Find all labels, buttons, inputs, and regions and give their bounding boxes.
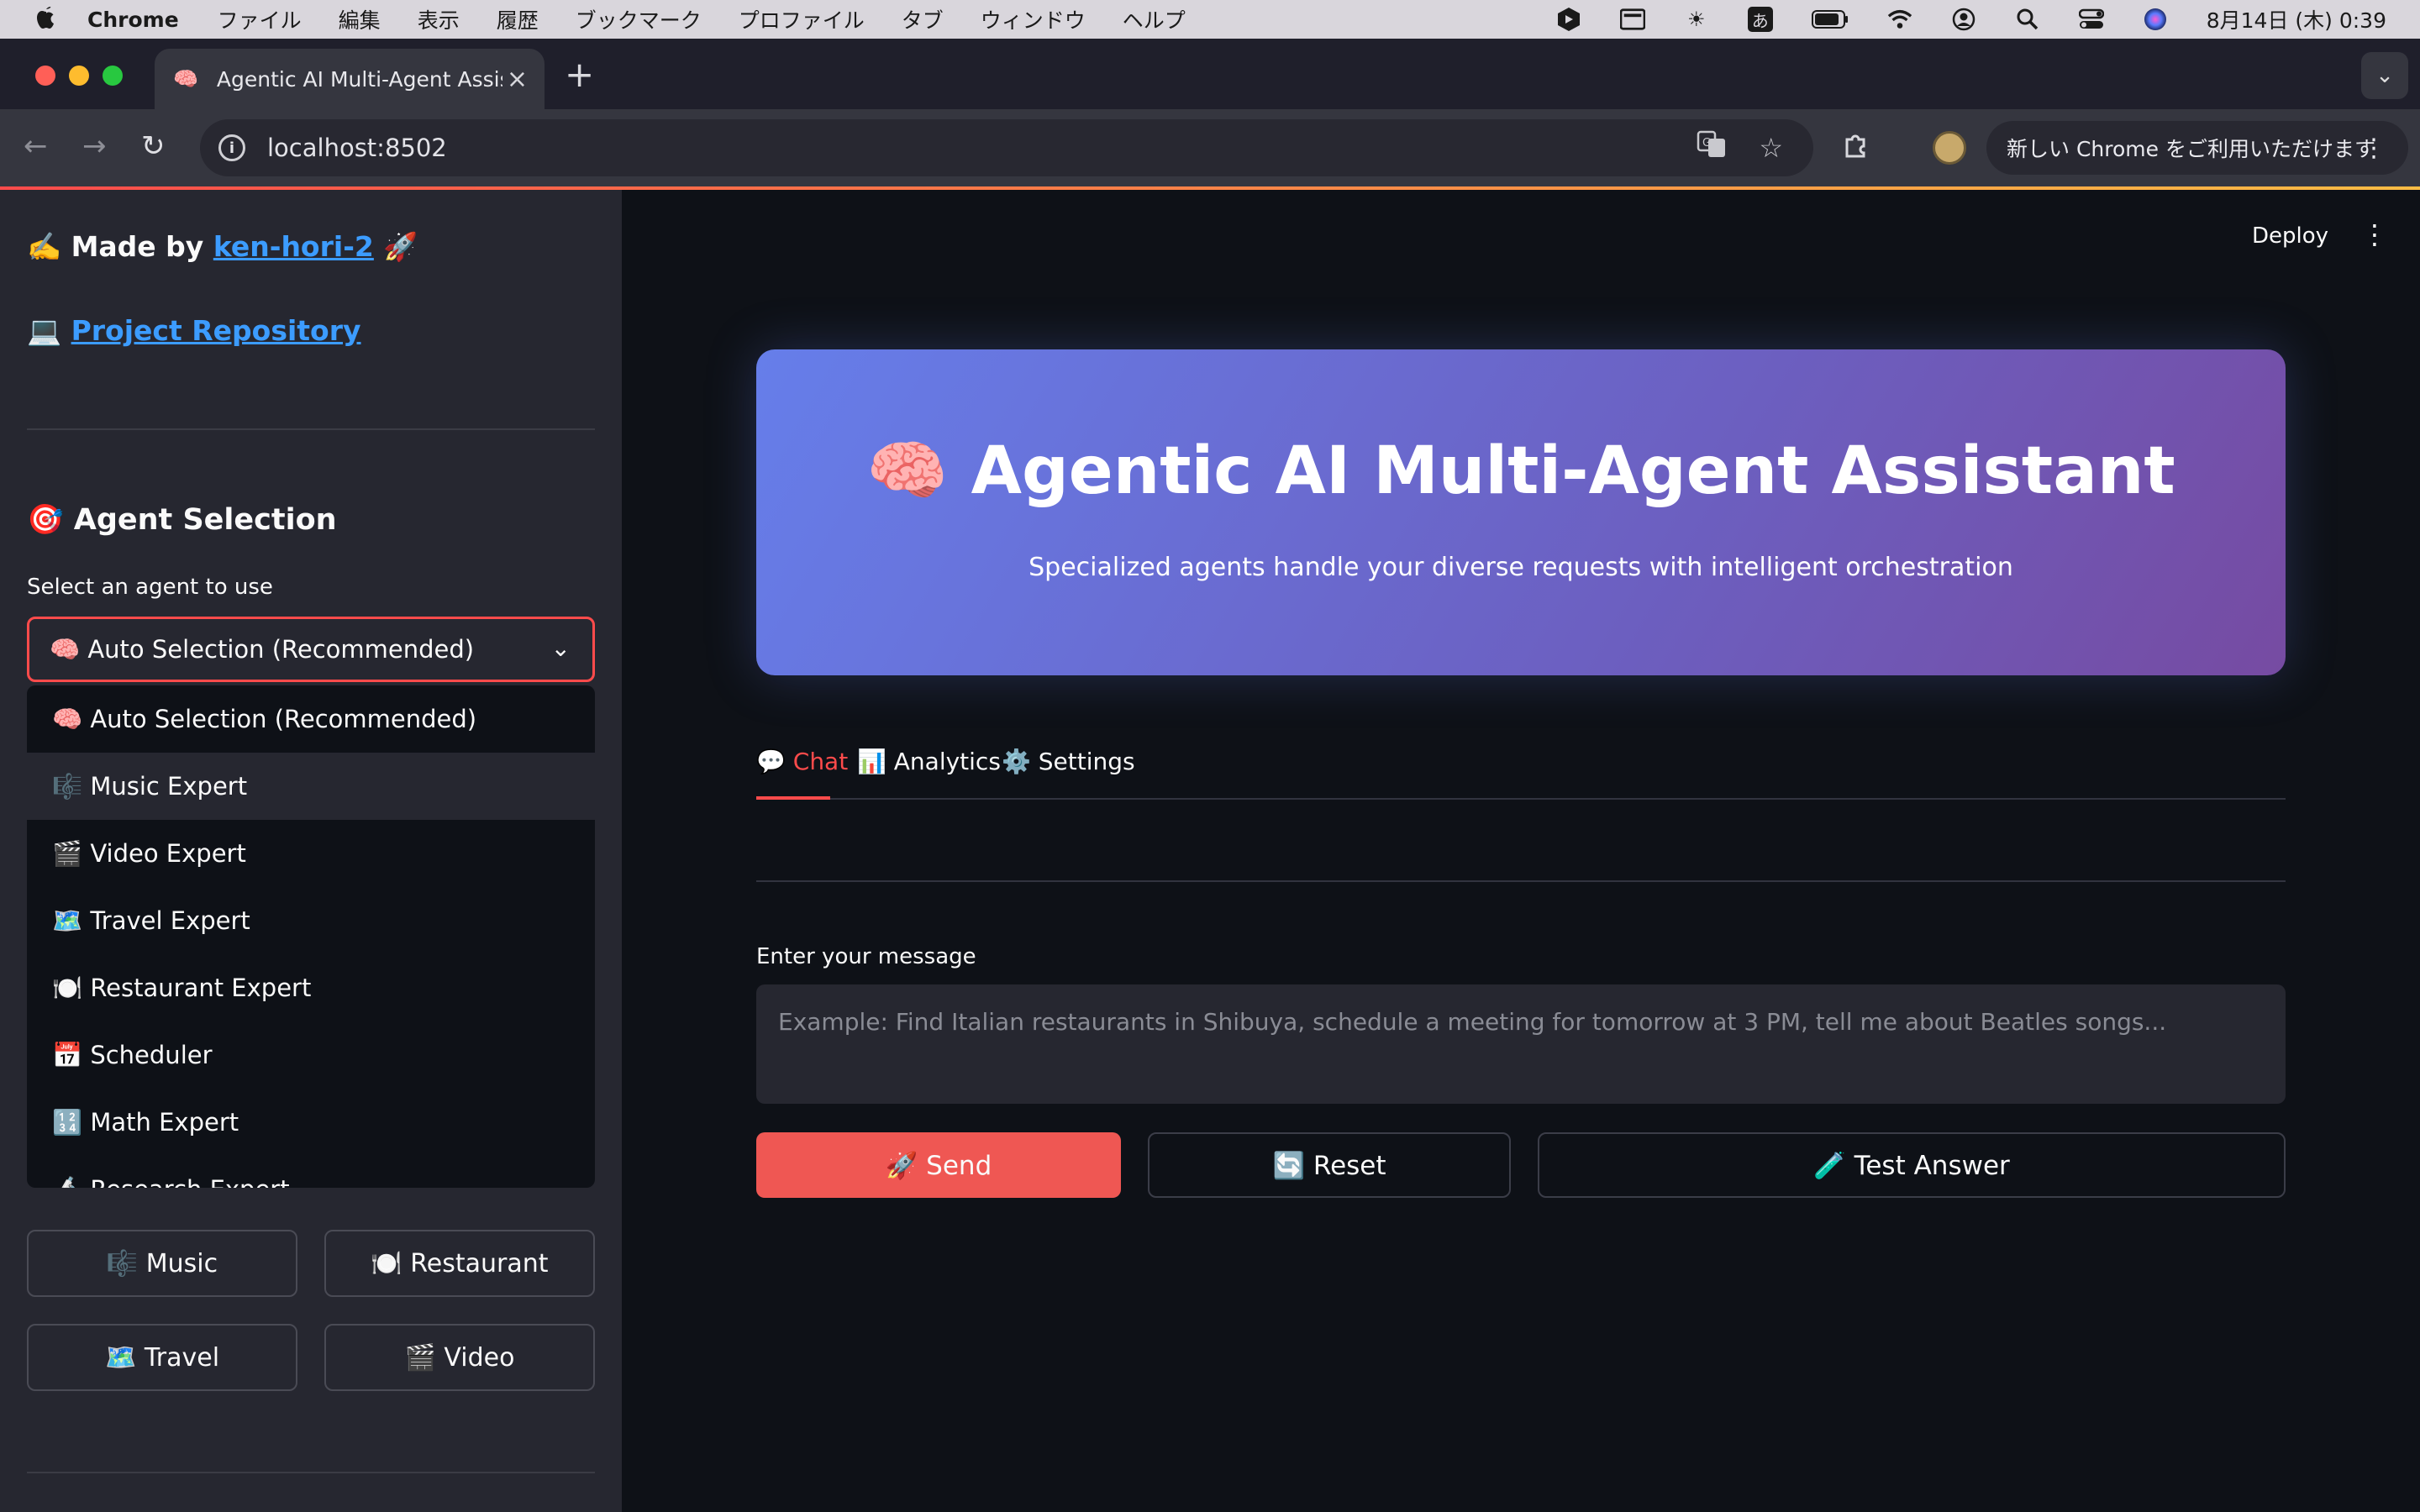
tab-settings[interactable]: ⚙️ Settings bbox=[1002, 748, 1135, 775]
update-chip-label: 新しい Chrome をご利用いただけます bbox=[2007, 137, 2375, 161]
chevron-down-icon[interactable]: ⌄ bbox=[551, 634, 571, 662]
menubar-profiles[interactable]: プロファイル bbox=[739, 4, 865, 34]
menubar-tab[interactable]: タブ bbox=[902, 4, 944, 34]
site-info-icon[interactable]: i bbox=[218, 134, 245, 161]
agent-option-video[interactable]: 🎬 Video Expert bbox=[27, 820, 595, 887]
test-answer-button[interactable]: 🧪 Test Answer bbox=[1538, 1132, 2286, 1198]
display-icon[interactable] bbox=[1619, 7, 1645, 32]
chrome-update-chip[interactable]: 新しい Chrome をご利用いただけます ⋮ bbox=[1986, 121, 2408, 175]
page-title: 🧠 Agentic AI Multi-Agent Assistant bbox=[866, 433, 2175, 509]
siri-icon[interactable] bbox=[2143, 7, 2168, 32]
tab-chat[interactable]: 💬 Chat bbox=[756, 748, 848, 775]
forward-arrow-icon[interactable]: → bbox=[82, 129, 107, 163]
agent-select-value: 🧠 Auto Selection (Recommended) bbox=[50, 634, 475, 664]
laptop-icon: 💻 bbox=[27, 314, 71, 347]
send-button[interactable]: 🚀 Send bbox=[756, 1132, 1121, 1198]
menubar-view[interactable]: 表示 bbox=[418, 4, 460, 34]
extensions-puzzle-icon[interactable] bbox=[1842, 131, 1870, 167]
sidebar-divider bbox=[27, 428, 595, 430]
profile-avatar-icon[interactable] bbox=[1933, 131, 1966, 165]
window-minimize-button[interactable] bbox=[69, 66, 89, 86]
message-input[interactable] bbox=[756, 984, 2286, 1104]
wifi-icon[interactable] bbox=[1887, 7, 1912, 32]
agent-select[interactable]: 🧠 Auto Selection (Recommended) ⌄ bbox=[27, 617, 595, 682]
sidebar: ✍️ Made by ken-hori-2 🚀 💻 Project Reposi… bbox=[0, 190, 622, 1512]
apple-icon[interactable] bbox=[34, 5, 59, 34]
agent-option-music[interactable]: 🎼 Music Expert bbox=[27, 753, 595, 820]
reload-icon[interactable]: ↻ bbox=[141, 129, 166, 163]
quick-video-button[interactable]: 🎬 Video bbox=[324, 1324, 595, 1391]
spotlight-search-icon[interactable] bbox=[2015, 7, 2040, 32]
active-tab-indicator bbox=[756, 796, 830, 800]
main-menu-icon[interactable]: ⋮ bbox=[2361, 218, 2388, 250]
agent-selection-heading: 🎯 Agent Selection bbox=[27, 503, 337, 537]
agent-select-label: Select an agent to use bbox=[27, 575, 273, 600]
new-tab-button[interactable]: + bbox=[565, 54, 594, 95]
tab-analytics[interactable]: 📊 Analytics bbox=[857, 748, 1001, 775]
menubar-file[interactable]: ファイル bbox=[218, 4, 302, 34]
agent-option-math[interactable]: 🔢 Math Expert bbox=[27, 1089, 595, 1156]
menubar-edit[interactable]: 編集 bbox=[339, 4, 381, 34]
menubar-clock[interactable]: 8月14日 (木) 0:39 bbox=[2207, 4, 2386, 34]
deploy-button[interactable]: Deploy bbox=[2252, 223, 2328, 249]
agent-option-restaurant[interactable]: 🍽️ Restaurant Expert bbox=[27, 954, 595, 1021]
back-arrow-icon[interactable]: ← bbox=[24, 129, 48, 163]
user-icon[interactable] bbox=[1951, 7, 1976, 32]
tab-search-chevron-icon[interactable]: ⌄ bbox=[2361, 52, 2408, 99]
menubar-bookmarks[interactable]: ブックマーク bbox=[576, 4, 702, 34]
svg-text:G: G bbox=[1702, 137, 1711, 150]
ai-app-icon[interactable] bbox=[1556, 7, 1581, 32]
address-bar[interactable]: i localhost:8502 G ☆ bbox=[200, 119, 1813, 176]
author-link[interactable]: ken-hori-2 bbox=[213, 230, 374, 263]
content-divider bbox=[756, 880, 2286, 882]
tab-title: Agentic AI Multi-Agent Assist bbox=[216, 66, 502, 92]
hero-banner: 🧠 Agentic AI Multi-Agent Assistant Speci… bbox=[756, 349, 2286, 675]
address-url[interactable]: localhost:8502 bbox=[267, 134, 447, 162]
ime-indicator[interactable]: あ bbox=[1747, 7, 1773, 32]
agent-option-travel[interactable]: 🗺️ Travel Expert bbox=[27, 887, 595, 954]
made-by-credit: ✍️ Made by ken-hori-2 🚀 bbox=[27, 230, 418, 264]
battery-icon[interactable] bbox=[1811, 7, 1849, 32]
control-center-icon[interactable] bbox=[2078, 7, 2104, 32]
menubar-help[interactable]: ヘルプ bbox=[1123, 4, 1186, 34]
address-bar-actions: G ☆ bbox=[1665, 130, 1783, 165]
agent-option-scheduler[interactable]: 📅 Scheduler bbox=[27, 1021, 595, 1089]
tab-close-icon[interactable]: × bbox=[507, 65, 528, 94]
menubar-status-area: ☀ あ 8月14日 (木) 0:39 bbox=[1518, 0, 2386, 39]
tabs-divider bbox=[756, 798, 2286, 800]
reset-button[interactable]: 🔄 Reset bbox=[1148, 1132, 1511, 1198]
quick-travel-button[interactable]: 🗺️ Travel bbox=[27, 1324, 297, 1391]
message-input-label: Enter your message bbox=[756, 944, 976, 969]
agent-dropdown-menu: 🧠 Auto Selection (Recommended) 🎼 Music E… bbox=[27, 685, 595, 1188]
window-close-button[interactable] bbox=[35, 66, 55, 86]
quick-restaurant-button[interactable]: 🍽️ Restaurant bbox=[324, 1230, 595, 1297]
chrome-menu-icon[interactable]: ⋮ bbox=[2361, 134, 2386, 163]
sidebar-divider-bottom bbox=[27, 1472, 595, 1473]
project-repository-link[interactable]: Project Repository bbox=[71, 314, 361, 347]
brightness-icon[interactable]: ☀ bbox=[1684, 7, 1709, 32]
menubar-app-name[interactable]: Chrome bbox=[87, 8, 179, 32]
made-by-prefix: ✍️ Made by bbox=[27, 230, 213, 263]
translate-icon[interactable]: G bbox=[1697, 130, 1727, 165]
menubar-window[interactable]: ウィンドウ bbox=[981, 4, 1086, 34]
browser-tab-active[interactable]: 🧠 Agentic AI Multi-Agent Assist × bbox=[155, 49, 544, 109]
window-zoom-button[interactable] bbox=[103, 66, 123, 86]
tab-favicon-brain-icon: 🧠 bbox=[173, 67, 198, 91]
page-subtitle: Specialized agents handle your diverse r… bbox=[1028, 553, 2013, 582]
quick-music-button[interactable]: 🎼 Music bbox=[27, 1230, 297, 1297]
macos-menu-bar: Chrome ファイル 編集 表示 履歴 ブックマーク プロファイル タブ ウィ… bbox=[0, 0, 2420, 39]
menubar-history[interactable]: 履歴 bbox=[497, 4, 539, 34]
agent-option-research[interactable]: 🔬 Research Expert bbox=[27, 1156, 595, 1189]
agent-option-auto[interactable]: 🧠 Auto Selection (Recommended) bbox=[27, 685, 595, 753]
made-by-suffix: 🚀 bbox=[373, 230, 418, 263]
repo-link-row: 💻 Project Repository bbox=[27, 314, 361, 348]
bookmark-star-icon[interactable]: ☆ bbox=[1759, 132, 1783, 164]
